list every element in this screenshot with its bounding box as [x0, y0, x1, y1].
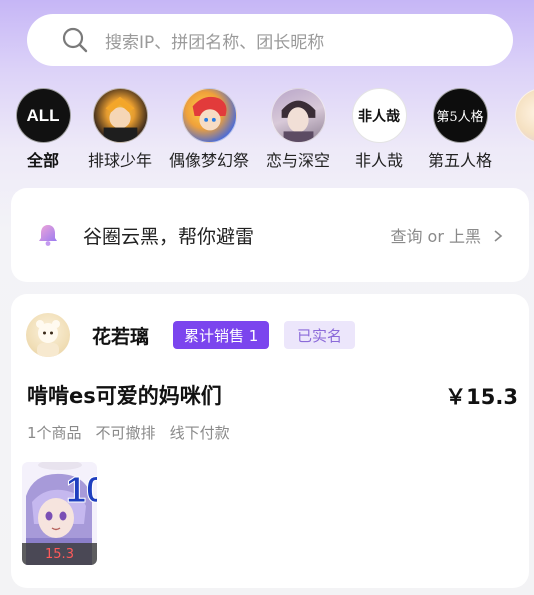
search-icon	[61, 25, 91, 55]
category-avatar	[514, 88, 534, 143]
group-price: ￥15.3	[445, 385, 518, 409]
category-label: 第五人格	[427, 151, 492, 170]
search-placeholder: 搜索IP、拼团名称、团长昵称	[105, 32, 325, 53]
feirenzai-avatar-text: 非人哉	[358, 108, 400, 125]
seller-name[interactable]: 花若璃	[92, 322, 149, 349]
banner-link[interactable]: 查询 or 上黑	[390, 223, 481, 247]
category-avatar	[92, 88, 148, 143]
category-label: 恋与深空	[265, 151, 330, 170]
seller-avatar[interactable]	[26, 313, 70, 357]
meta-item-count: 1个商品	[27, 424, 82, 442]
meta-offline-payment: 线下付款	[169, 424, 230, 442]
category-label: 排球少年	[87, 151, 152, 170]
group-title[interactable]: 啃啃es可爱的妈咪们	[27, 380, 222, 410]
bell-icon	[35, 222, 61, 248]
category-feirenzai[interactable]: 非人哉 非人哉	[334, 88, 424, 171]
category-identity-v[interactable]: 第5人格 第五人格	[415, 88, 505, 171]
product-thumbnail[interactable]: 10 15.3	[22, 462, 97, 565]
group-listing-card[interactable]: 花若璃 累计销售 1 已实名 啃啃es可爱的妈咪们 ￥15.3 1个商品 不可撤…	[11, 294, 529, 588]
category-avatar: 非人哉	[351, 88, 407, 143]
category-all-avatar: ALL	[15, 88, 71, 143]
category-label: 非人哉	[354, 151, 403, 170]
category-avatar	[270, 88, 326, 143]
category-haikyuu[interactable]: 排球少年	[75, 88, 165, 171]
thumb-price: 15.3	[22, 543, 97, 565]
search-input[interactable]: 搜索IP、拼团名称、团长昵称	[27, 14, 513, 66]
category-label: 全部	[26, 151, 59, 170]
sales-badge: 累计销售 1	[173, 321, 270, 349]
meta-no-cancel: 不可撤排	[95, 424, 156, 442]
category-partial[interactable]: 原	[497, 88, 534, 171]
category-avatar	[181, 88, 237, 143]
blacklist-banner[interactable]: 谷圈云黑，帮你避雷 查询 or 上黑	[11, 188, 529, 282]
identity-v-avatar-text: 第5人格	[436, 110, 484, 125]
verified-badge: 已实名	[284, 321, 356, 349]
all-avatar-text: ALL	[26, 105, 60, 125]
category-love-and-deepspace[interactable]: 恋与深空	[253, 88, 343, 171]
category-avatar: 第5人格	[432, 88, 488, 143]
category-strip[interactable]: ALL 全部 排球少年 偶像梦幻祭 恋与深空 非人哉 非人哉 第5人格 第五人格	[0, 88, 534, 176]
category-label: 偶像梦幻祭	[168, 151, 249, 170]
listing-meta: 1个商品 不可撤排 线下付款	[27, 422, 230, 443]
chevron-right-icon	[491, 228, 505, 242]
banner-text: 谷圈云黑，帮你避雷	[83, 225, 255, 248]
thumb-number: 10	[66, 469, 97, 510]
category-ensemble-stars[interactable]: 偶像梦幻祭	[164, 88, 254, 171]
